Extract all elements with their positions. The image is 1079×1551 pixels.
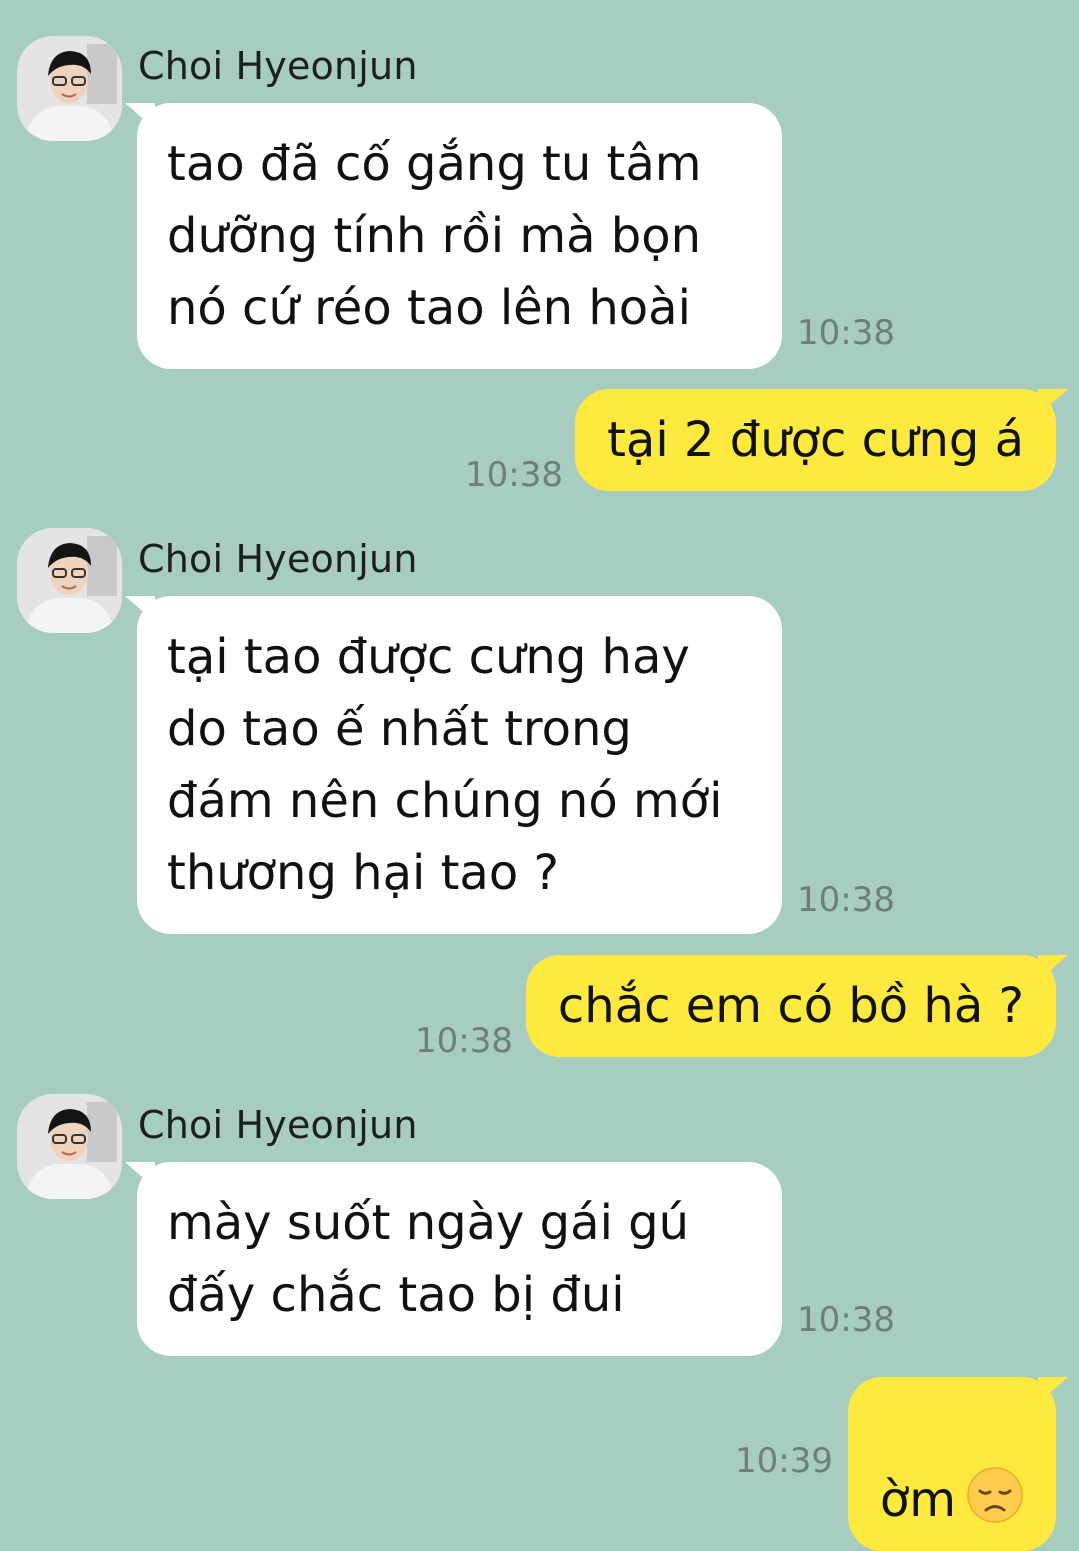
message-timestamp: 10:38 (465, 455, 563, 495)
sender-name: Choi Hyeonjun (138, 537, 418, 581)
contact-avatar[interactable] (17, 36, 122, 141)
sender-name: Choi Hyeonjun (138, 44, 418, 88)
disappointed-face-icon (966, 1466, 1024, 1524)
message-timestamp: 10:39 (735, 1441, 833, 1481)
sender-name: Choi Hyeonjun (138, 1103, 418, 1147)
incoming-message-bubble[interactable]: mày suốt ngày gái gú đấy chắc tao bị đui (137, 1162, 782, 1356)
message-text: ờm (879, 1472, 956, 1528)
outgoing-message-bubble[interactable]: ờm (847, 1377, 1056, 1551)
message-timestamp: 10:38 (797, 313, 895, 353)
incoming-message-bubble[interactable]: tao đã cố gắng tu tâm dưỡng tính rồi mà … (137, 103, 782, 369)
incoming-message-bubble[interactable]: tại tao được cưng hay do tao ế nhất tron… (137, 596, 782, 934)
outgoing-message-bubble[interactable]: tại 2 được cưng á (575, 389, 1056, 491)
message-timestamp: 10:38 (797, 1300, 895, 1340)
message-timestamp: 10:38 (415, 1021, 513, 1061)
message-timestamp: 10:38 (797, 880, 895, 920)
contact-avatar[interactable] (17, 528, 122, 633)
contact-avatar[interactable] (17, 1094, 122, 1199)
outgoing-message-bubble[interactable]: chắc em có bồ hà ? (525, 955, 1056, 1057)
